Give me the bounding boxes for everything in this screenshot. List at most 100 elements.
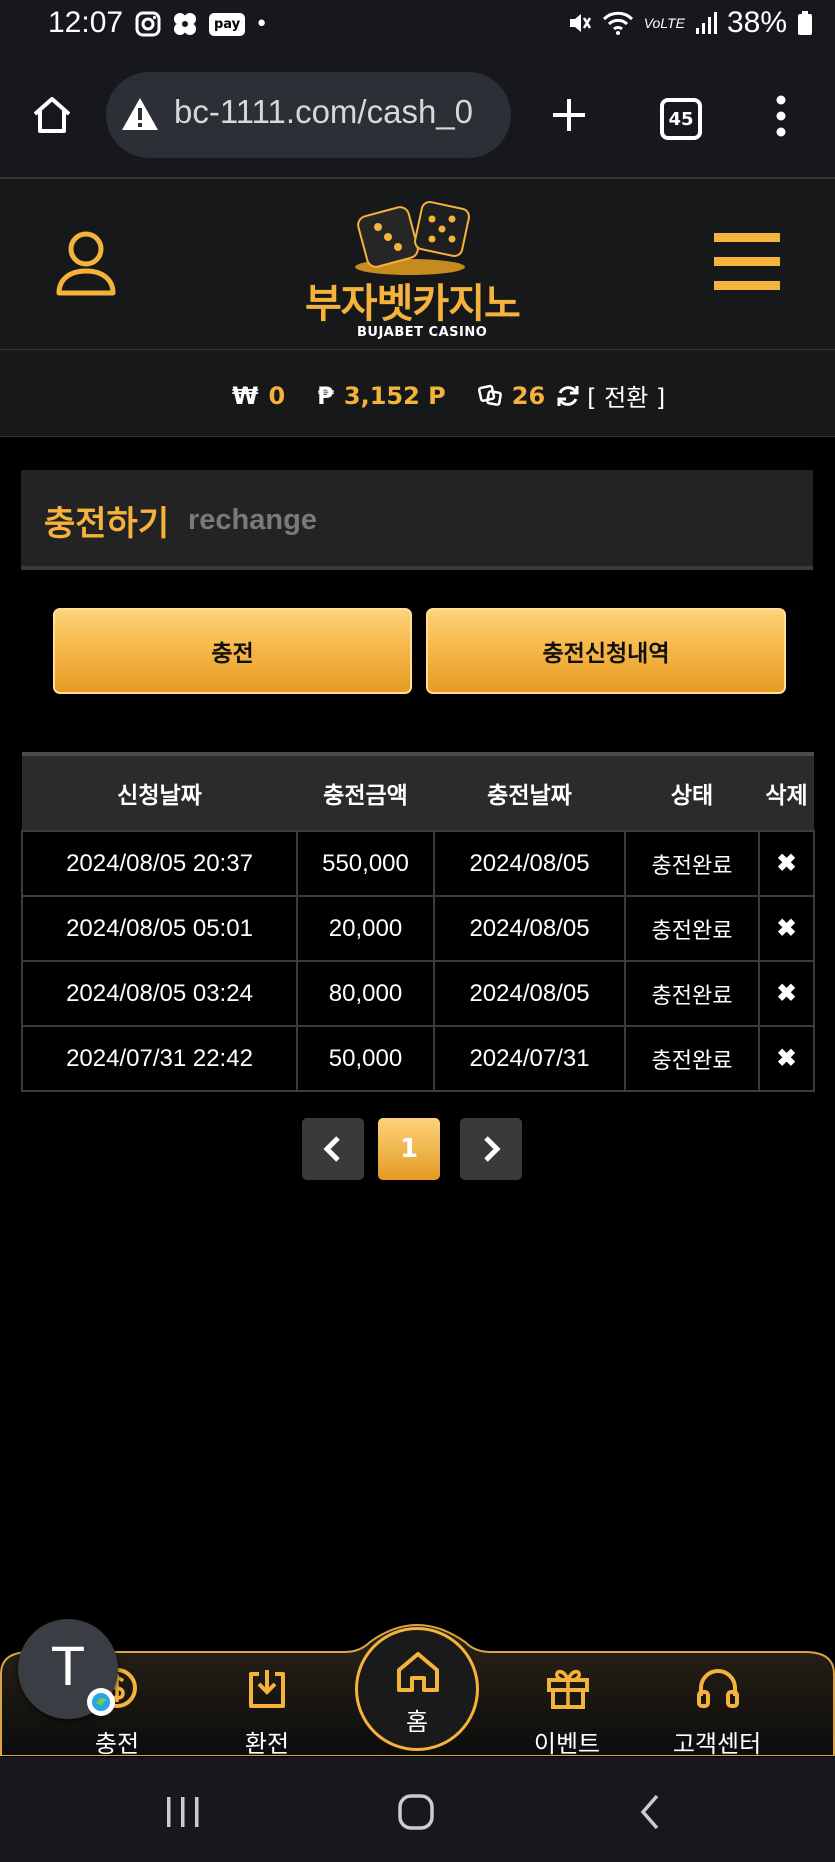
notification-dot: • <box>255 11 269 37</box>
request-date-cell: 2024/08/05 03:24 <box>21 960 298 1027</box>
new-tab-icon[interactable] <box>550 96 588 134</box>
table-row: 2024/08/05 05:01 20,000 2024/08/05 충전완료 … <box>21 895 815 962</box>
nav-support[interactable]: 고객센터 <box>642 1642 792 1758</box>
back-icon[interactable] <box>638 1793 662 1831</box>
delete-icon[interactable]: ✖ <box>758 895 815 962</box>
request-date-cell: 2024/08/05 05:01 <box>21 895 298 962</box>
logo-subtext: BUJABET CASINO <box>357 325 488 340</box>
gift-icon[interactable] <box>545 1666 591 1710</box>
tab-switcher-button[interactable]: 45 <box>660 98 702 140</box>
header-delete: 삭제 <box>759 752 814 831</box>
nav-support-label[interactable]: 고객센터 <box>642 1724 792 1759</box>
site-header: 부자벳카지노 BUJABET CASINO <box>0 179 835 350</box>
charge-date-cell: 2024/07/31 <box>433 1025 626 1092</box>
table-row: 2024/08/05 20:37 550,000 2024/08/05 충전완료… <box>21 830 815 897</box>
status-cell: 충전완료 <box>624 830 760 897</box>
page-title-box: 충전하기 rechange <box>21 470 813 570</box>
convert-label[interactable]: [ 전환 ] <box>587 378 665 413</box>
floating-chat-button[interactable]: T <box>18 1619 118 1719</box>
mute-icon <box>569 14 591 32</box>
refresh-icon[interactable] <box>555 383 581 409</box>
amount-cell: 80,000 <box>296 960 435 1027</box>
charge-history-button[interactable]: 충전신청내역 <box>426 608 786 694</box>
logo-text: 부자벳카지노 <box>305 281 521 327</box>
home-icon[interactable] <box>395 1650 441 1694</box>
bird-badge-icon <box>87 1688 115 1716</box>
status-cell: 충전완료 <box>624 960 760 1027</box>
dice-icon <box>355 201 470 275</box>
charge-button[interactable]: 충전 <box>53 608 412 694</box>
nav-event[interactable]: 이벤트 <box>492 1642 642 1758</box>
charge-date-cell: 2024/08/05 <box>433 960 626 1027</box>
volte-indicator: VoLTE <box>643 15 685 31</box>
status-notification-icons: pay • <box>135 10 268 38</box>
header-request-date: 신청날짜 <box>22 752 297 831</box>
request-date-cell: 2024/08/05 20:37 <box>21 830 298 897</box>
current-page-label[interactable]: 1 <box>400 1134 418 1164</box>
header-status: 상태 <box>625 752 759 831</box>
convert-button[interactable]: [ 전환 ] <box>555 378 665 413</box>
delete-icon[interactable]: ✖ <box>758 960 815 1027</box>
header-amount: 충전금액 <box>297 752 434 831</box>
nav-home[interactable]: 홈 <box>355 1627 479 1751</box>
browser-toolbar: bc-1111.com/cash_0 45 <box>0 52 835 179</box>
chip-balance: 26 <box>511 381 546 410</box>
page-subtitle: rechange <box>188 504 317 536</box>
battery-icon <box>798 11 812 35</box>
more-menu-icon[interactable] <box>774 94 788 138</box>
amount-cell: 20,000 <box>296 895 435 962</box>
pay-app-icon: pay <box>209 12 246 36</box>
headset-icon[interactable] <box>695 1666 741 1710</box>
status-time: 12:07 <box>48 6 124 39</box>
nav-home-label[interactable]: 홈 <box>358 1702 476 1737</box>
table-row: 2024/08/05 03:24 80,000 2024/08/05 충전완료 … <box>21 960 815 1027</box>
page-title: 충전하기 <box>44 504 170 544</box>
battery-percent: 38% <box>726 6 787 39</box>
request-date-cell: 2024/07/31 22:42 <box>21 1025 298 1092</box>
nav-exchange-label[interactable]: 환전 <box>192 1724 342 1759</box>
recent-apps-icon[interactable] <box>163 1795 203 1829</box>
status-bar: 12:07 pay • VoLTE 38% <box>0 0 835 52</box>
address-bar[interactable]: bc-1111.com/cash_0 <box>106 72 511 158</box>
balance-bar: ₩ 0 ₱ 3,152 P 26 [ 전환 ] <box>0 350 835 437</box>
status-cell: 충전완료 <box>624 895 760 962</box>
chip-icon <box>477 384 502 406</box>
chevron-right-icon[interactable] <box>479 1135 503 1163</box>
signal-icon <box>695 12 717 34</box>
wifi-icon <box>602 11 633 35</box>
url-text[interactable]: bc-1111.com/cash_0 <box>174 93 473 131</box>
home-button-icon[interactable] <box>397 1793 435 1831</box>
instagram-icon <box>135 11 161 37</box>
download-icon[interactable] <box>245 1666 289 1710</box>
nav-charge-label[interactable]: 충전 <box>42 1724 192 1759</box>
user-icon[interactable] <box>55 229 117 297</box>
amount-cell: 50,000 <box>296 1025 435 1092</box>
table-header-row: 신청날짜 충전금액 충전날짜 상태 삭제 <box>22 752 814 831</box>
nav-exchange[interactable]: 환전 <box>192 1642 342 1758</box>
chevron-left-icon[interactable] <box>321 1135 345 1163</box>
home-icon[interactable] <box>30 93 74 137</box>
page-number-button[interactable]: 1 <box>378 1118 440 1180</box>
point-balance: 3,152 P <box>343 381 446 410</box>
bottom-navigation: 충전 환전 홈 이벤트 고객센터 <box>0 1622 835 1759</box>
amount-cell: 550,000 <box>296 830 435 897</box>
header-charge-date: 충전날짜 <box>434 752 625 831</box>
hamburger-menu-icon[interactable] <box>714 233 780 291</box>
charge-date-cell: 2024/08/05 <box>433 895 626 962</box>
delete-icon[interactable]: ✖ <box>758 830 815 897</box>
status-system-icons: VoLTE 38% <box>566 6 813 40</box>
delete-icon[interactable]: ✖ <box>758 1025 815 1092</box>
warning-icon[interactable] <box>120 96 160 132</box>
point-icon: ₱ <box>317 381 334 410</box>
table-row: 2024/07/31 22:42 50,000 2024/07/31 충전완료 … <box>21 1025 815 1092</box>
next-page-button[interactable] <box>460 1118 522 1180</box>
nav-event-label[interactable]: 이벤트 <box>492 1724 642 1759</box>
won-balance: 0 <box>268 381 286 410</box>
charge-history-table: 신청날짜 충전금액 충전날짜 상태 삭제 2024/08/05 20:37 55… <box>21 752 815 1092</box>
status-cell: 충전완료 <box>624 1025 760 1092</box>
prev-page-button[interactable] <box>302 1118 364 1180</box>
charge-date-cell: 2024/08/05 <box>433 830 626 897</box>
pinwheel-app-icon <box>174 13 196 35</box>
won-icon: ₩ <box>232 381 259 410</box>
android-navigation-bar <box>0 1757 835 1862</box>
